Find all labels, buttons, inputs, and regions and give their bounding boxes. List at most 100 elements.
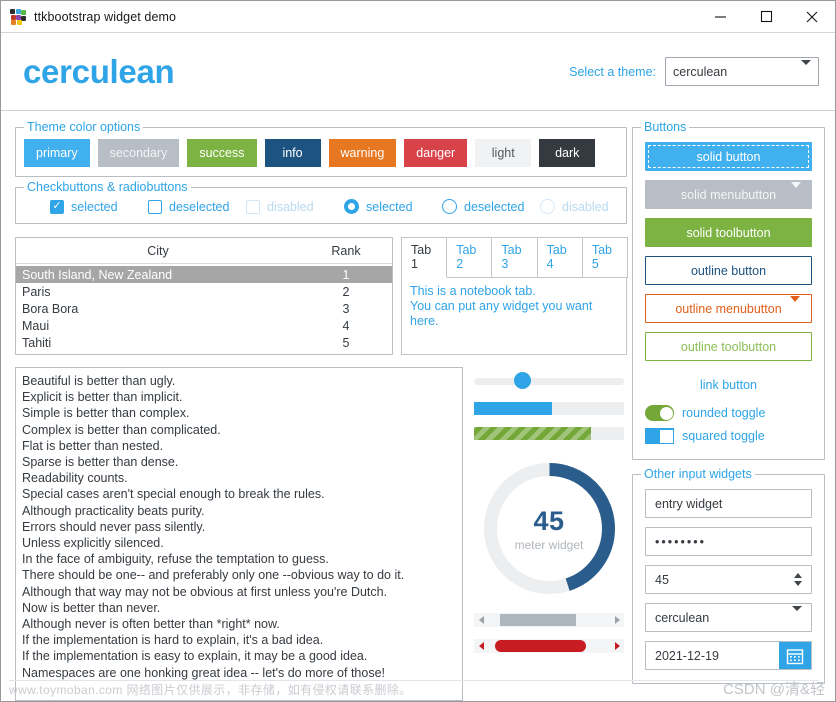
spinbox-up-icon[interactable] <box>794 573 802 578</box>
spinbox-widget[interactable]: 45 <box>645 565 812 594</box>
theme-swatch-secondary[interactable]: secondary <box>98 139 180 167</box>
scrollbar-left-arrow-icon[interactable] <box>474 616 488 624</box>
theme-select[interactable]: cerculean <box>665 57 819 86</box>
outline-toolbutton-button[interactable]: outline toolbutton <box>645 332 812 361</box>
column-header-city[interactable]: City <box>16 244 300 258</box>
tab-2[interactable]: Tab 2 <box>446 237 492 278</box>
scrollbar-right-arrow-icon[interactable] <box>610 616 624 624</box>
combobox-widget[interactable]: cerculean <box>645 603 812 632</box>
theme-swatch-danger[interactable]: danger <box>404 139 467 167</box>
scale-knob[interactable] <box>514 372 531 389</box>
date-entry-widget[interactable]: 2021-12-19 <box>645 641 812 670</box>
outline-menubutton-button[interactable]: outline menubutton <box>645 294 812 323</box>
tab-5[interactable]: Tab 5 <box>582 237 628 278</box>
rounded-toggle-switch[interactable] <box>645 405 674 421</box>
table-row[interactable]: Paris2 <box>16 283 392 300</box>
password-entry[interactable]: •••••••• <box>645 527 812 556</box>
scrollbar-danger-left-arrow-icon[interactable] <box>474 642 488 650</box>
scrollbar-danger-thumb[interactable] <box>495 640 585 652</box>
scrollbar-danger-track[interactable] <box>488 639 610 653</box>
meter-value: 45 <box>533 506 564 537</box>
squared-toggle[interactable]: squared toggle <box>645 428 812 444</box>
theme-color-swatches: primary secondarysuccess info warningdanger… <box>24 139 618 167</box>
theme-swatch-info[interactable]: info <box>265 139 321 167</box>
zen-line: Unless explicitly silenced. <box>22 535 456 551</box>
zen-line: Simple is better than complex. <box>22 405 456 421</box>
city-rank-treeview[interactable]: City Rank South Island, New Zealand1Pari… <box>15 237 393 355</box>
squared-toggle-label: squared toggle <box>682 429 765 443</box>
table-row[interactable]: South Island, New Zealand1 <box>16 266 392 283</box>
minimize-button[interactable] <box>697 1 743 33</box>
rounded-toggle[interactable]: rounded toggle <box>645 405 812 421</box>
theme-swatch-label: dark <box>555 146 579 160</box>
scale-trough <box>474 378 624 385</box>
tab-1[interactable]: Tab 1 <box>401 237 447 278</box>
theme-swatch-warning[interactable]: warning <box>329 139 397 167</box>
link-button[interactable]: link button <box>645 370 812 399</box>
solid-button-button[interactable]: solid button <box>645 142 812 171</box>
button-label: solid button <box>697 150 761 164</box>
notebook: Tab 1Tab 2Tab 3Tab 4Tab 5 This is a note… <box>401 237 627 355</box>
radiobutton-label: disabled <box>562 200 609 214</box>
rounded-toggle-label: rounded toggle <box>682 406 765 420</box>
checkbutton-selected[interactable]: ✓selected <box>50 200 134 214</box>
spinbox-stepper[interactable] <box>794 573 802 586</box>
theme-swatch-light[interactable]: light <box>475 139 531 167</box>
chevron-down-icon <box>801 65 811 79</box>
entry-widget-value: entry widget <box>655 497 722 511</box>
calendar-icon[interactable] <box>779 642 811 669</box>
buttons-group: Buttons solid buttonsolid menubuttonsoli… <box>632 127 825 460</box>
app-header: cerculean Select a theme: cerculean <box>1 33 835 111</box>
watermark-bottom-right: CSDN @清&轻 <box>723 678 825 699</box>
zen-line: If the implementation is easy to explain… <box>22 648 456 664</box>
left-column: Theme color options primarysecondarysucc… <box>5 117 627 701</box>
scale-slider[interactable] <box>474 372 624 390</box>
theme-swatch-success[interactable]: success <box>187 139 256 167</box>
theme-swatch-dark[interactable]: dark <box>539 139 595 167</box>
close-button[interactable] <box>789 1 835 33</box>
zen-line: Now is better than never. <box>22 600 456 616</box>
scrollbar-secondary-track[interactable] <box>488 613 610 627</box>
radiobutton-selected[interactable]: selected <box>344 199 428 214</box>
zen-line: Readability counts. <box>22 470 456 486</box>
zen-line: Beautiful is better than ugly. <box>22 373 456 389</box>
theme-picker: Select a theme: cerculean <box>569 57 819 86</box>
maximize-button[interactable] <box>743 1 789 33</box>
table-row[interactable]: Tahiti5 <box>16 334 392 351</box>
scrollbar-secondary-thumb[interactable] <box>500 614 576 626</box>
cell-city: Bora Bora <box>16 302 300 316</box>
button-label: solid menubutton <box>681 188 776 202</box>
cell-rank: 1 <box>300 268 392 282</box>
other-input-widgets-title: Other input widgets <box>641 467 755 481</box>
meter-label: meter widget <box>515 538 584 552</box>
cell-city: South Island, New Zealand <box>16 268 300 282</box>
entry-widget[interactable]: entry widget <box>645 489 812 518</box>
scrollbar-secondary[interactable] <box>474 613 624 627</box>
cell-city: Paris <box>16 285 300 299</box>
progressbar-primary <box>474 402 624 415</box>
table-row[interactable]: Maui4 <box>16 317 392 334</box>
zen-line: Sparse is better than dense. <box>22 454 456 470</box>
solid-toolbutton-button[interactable]: solid toolbutton <box>645 218 812 247</box>
tab-4[interactable]: Tab 4 <box>537 237 583 278</box>
theme-swatch-primary[interactable]: primary <box>24 139 90 167</box>
zen-text-area[interactable]: Beautiful is better than ugly.Explicit i… <box>15 367 463 701</box>
cell-rank: 5 <box>300 336 392 350</box>
treeview-body: South Island, New Zealand1Paris2Bora Bor… <box>16 264 392 354</box>
right-column: Buttons solid buttonsolid menubuttonsoli… <box>627 117 831 701</box>
table-row[interactable]: Bora Bora3 <box>16 300 392 317</box>
checkbutton-label: disabled <box>267 200 314 214</box>
squared-toggle-switch[interactable] <box>645 428 674 444</box>
checkbutton-deselected[interactable]: deselected <box>148 200 232 214</box>
scrollbar-danger-right-arrow-icon[interactable] <box>610 642 624 650</box>
column-header-rank[interactable]: Rank <box>300 244 392 258</box>
meter-widget: 45 meter widget <box>477 456 622 601</box>
notebook-text-line-1: This is a notebook tab. <box>410 284 618 299</box>
scrollbar-danger[interactable] <box>474 639 624 653</box>
radiobutton-deselected[interactable]: deselected <box>442 199 526 214</box>
solid-menubutton-button[interactable]: solid menubutton <box>645 180 812 209</box>
tree-notebook-row: City Rank South Island, New Zealand1Pari… <box>15 237 627 355</box>
spinbox-down-icon[interactable] <box>794 581 802 586</box>
outline-button-button[interactable]: outline button <box>645 256 812 285</box>
tab-3[interactable]: Tab 3 <box>491 237 537 278</box>
